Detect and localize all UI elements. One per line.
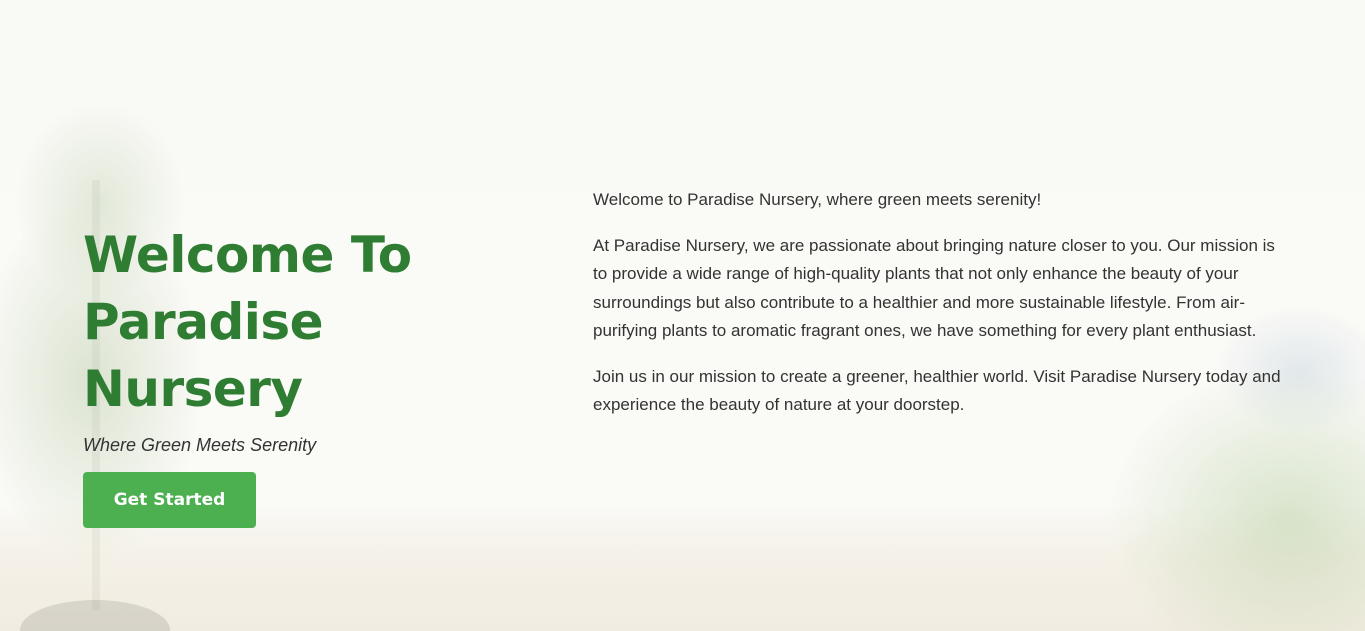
hero-section: Welcome To Paradise Nursery Where Green … (83, 222, 553, 528)
hero-title: Welcome To Paradise Nursery (83, 222, 553, 423)
about-mission: At Paradise Nursery, we are passionate a… (593, 235, 1275, 341)
about-intro: Welcome to Paradise Nursery, where green… (593, 190, 1042, 209)
hero-title-line2: Paradise Nursery (83, 293, 324, 418)
about-closing: Join us in our mission to create a green… (593, 366, 1281, 415)
about-section: Welcome to Paradise Nursery, where green… (593, 186, 1283, 437)
hero-title-line1: Welcome To (83, 226, 412, 284)
hero-tagline: Where Green Meets Serenity (83, 435, 317, 455)
get-started-button[interactable]: Get Started (83, 472, 256, 528)
